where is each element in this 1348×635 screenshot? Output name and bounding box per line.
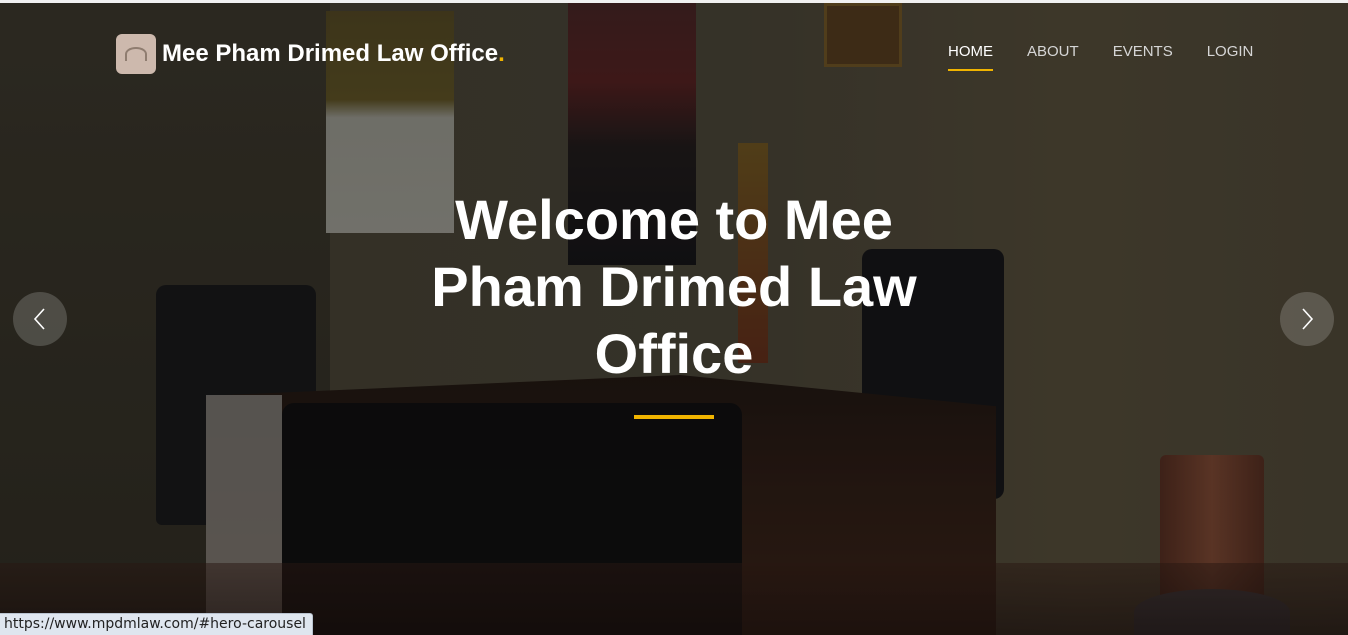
carousel-prev-button[interactable] (13, 292, 67, 346)
hero-title: Welcome to Mee Pham Drimed Law Office (431, 188, 917, 385)
nav-item-home[interactable]: HOME (948, 43, 993, 71)
nav-item-about[interactable]: ABOUT (1027, 43, 1079, 69)
brand-name: Mee Pham Drimed Law Office (162, 40, 499, 67)
nav-item-events[interactable]: EVENTS (1113, 43, 1173, 69)
brand-link[interactable]: Mee Pham Drimed Law Office. (116, 34, 505, 74)
main-nav: HOME ABOUT EVENTS LOGIN (948, 43, 1287, 71)
nav-item-login[interactable]: LOGIN (1207, 43, 1254, 69)
browser-status-url: https://www.mpdmlaw.com/#hero-carousel (0, 613, 313, 635)
law-office-logo-icon (116, 34, 156, 74)
carousel-next-button[interactable] (1280, 292, 1334, 346)
brand-dot: . (498, 40, 505, 67)
chevron-left-icon (33, 308, 45, 330)
chevron-right-icon (1302, 308, 1314, 330)
hero-title-underline (634, 415, 714, 419)
browser-top-edge (0, 0, 1348, 3)
logo-mark (125, 47, 147, 61)
